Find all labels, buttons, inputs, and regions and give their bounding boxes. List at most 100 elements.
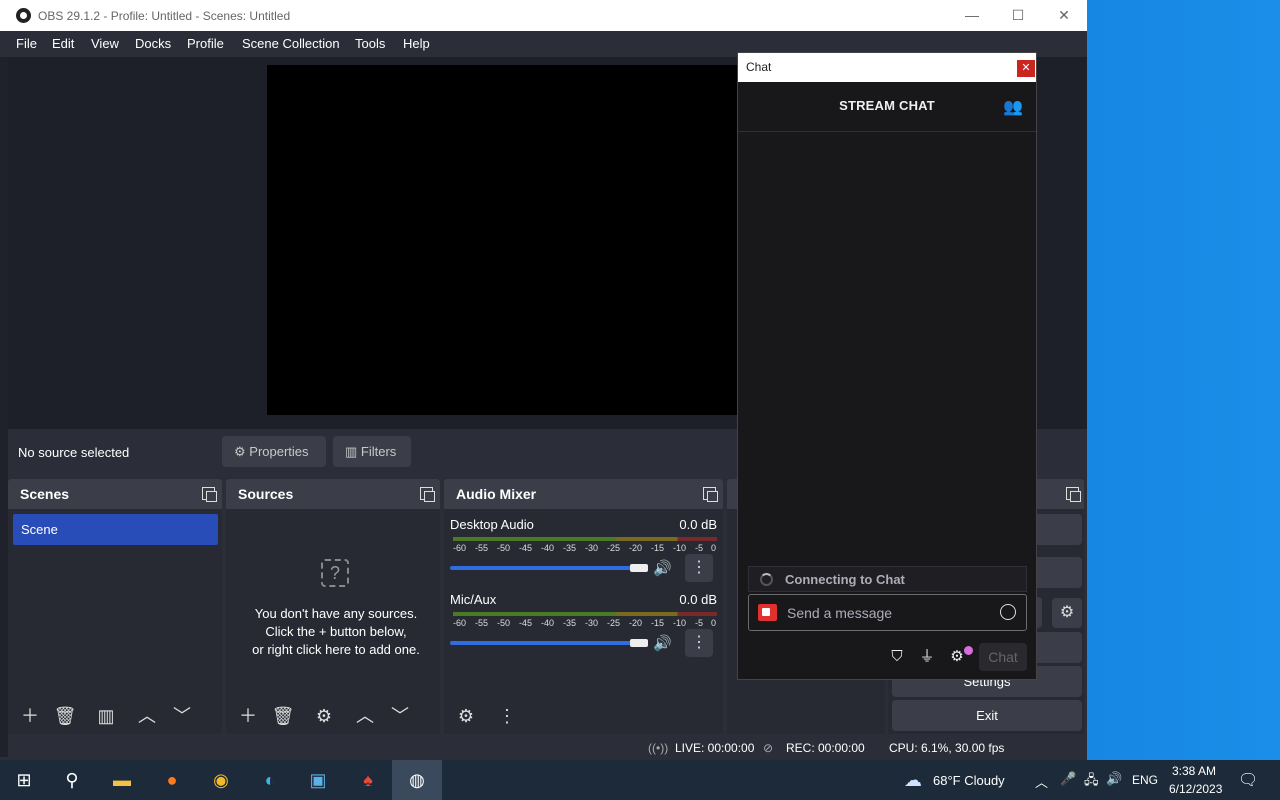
volume-icon[interactable]: 🔊 [1106,771,1122,787]
left-edge [0,57,8,757]
undock-icon[interactable] [1066,487,1081,502]
live-signal-icon: ((•)) [648,741,669,755]
firefox-icon[interactable]: ● [157,765,187,795]
obs-taskbar-icon[interactable]: ◍ [392,760,442,800]
meter-tick-label: -20 [629,543,643,553]
menu-profile[interactable]: Profile [187,36,224,51]
emote-smile-icon[interactable] [1000,604,1016,620]
sources-title: Sources [238,486,294,502]
speaker-icon[interactable]: 🔊 [653,559,672,577]
clock-date[interactable]: 6/12/2023 [1169,782,1222,796]
sources-empty-line1: You don't have any sources. [254,606,418,621]
channel-menu-kebab-icon[interactable]: ⋮ [685,629,713,657]
obs-logo-icon [16,8,31,23]
close-window-button[interactable]: ✕ [1041,0,1087,31]
meter-tick-label: -25 [607,543,621,553]
undock-icon[interactable] [420,487,435,502]
gear-icon: ⚙ [234,444,246,459]
shield-icon[interactable]: ⛉ [887,647,907,667]
notifications-icon[interactable]: 🗨 [1238,770,1258,790]
chat-message-input[interactable]: Send a message [748,594,1027,631]
chat-window: Chat ✕ STREAM CHAT 👥 Connecting to Chat … [737,52,1037,680]
menu-edit[interactable]: Edit [52,36,74,51]
source-down-chevron-icon[interactable]: ﹀ [388,704,412,728]
window-title: OBS 29.1.2 - Profile: Untitled - Scenes:… [38,9,291,23]
meter-tick-label: -50 [497,543,511,553]
meter-tick-label: -25 [607,618,621,628]
app-icon[interactable]: ♠ [353,765,383,795]
search-icon[interactable]: ⚲ [57,765,87,795]
microphone-icon[interactable]: 🎤 [1060,771,1076,787]
menu-docks[interactable]: Docks [135,36,171,51]
maximize-button[interactable]: ☐ [995,0,1041,31]
mixer-menu-kebab-icon[interactable]: ⋮ [495,704,519,728]
scene-filters-icon[interactable]: ▥ [94,704,118,728]
source-up-chevron-icon[interactable]: ︿ [353,704,377,728]
network-icon[interactable]: 🖧 [1084,771,1099,793]
properties-button[interactable]: ⚙ Properties [222,436,326,467]
remove-source-trash-icon[interactable]: 🗑 [271,704,295,728]
filters-button[interactable]: ▥ Filters [333,436,411,467]
sources-dock-header: Sources [226,479,440,509]
window-titlebar: OBS 29.1.2 - Profile: Untitled - Scenes:… [0,0,1087,31]
message-placeholder: Send a message [787,605,893,621]
mic-volume-thumb[interactable] [630,639,648,647]
scenes-dock-header: Scenes [8,479,222,509]
meter-tick-label: -45 [519,618,533,628]
channel-menu-kebab-icon[interactable]: ⋮ [685,554,713,582]
menu-view[interactable]: View [91,36,119,51]
mic-volume-slider[interactable] [450,641,640,645]
speaker-icon[interactable]: 🔊 [653,634,672,652]
menu-file[interactable]: File [16,36,37,51]
meter-tick-label: -45 [519,543,533,553]
advanced-audio-gear-icon[interactable]: ⚙ [454,704,478,728]
desktop-volume-thumb[interactable] [630,564,648,572]
windows-start-icon[interactable]: ⊞ [9,765,39,795]
spinner-icon [760,573,773,586]
chat-close-button[interactable]: ✕ [1017,60,1035,77]
users-icon[interactable]: 👥 [1003,97,1023,117]
chrome-icon[interactable]: ◉ [206,765,236,795]
meter-tick-label: -15 [651,618,665,628]
menu-tools[interactable]: Tools [355,36,385,51]
move-up-chevron-icon[interactable]: ︿ [135,704,159,728]
bits-icon[interactable]: ⏚ [917,647,937,667]
chat-send-button[interactable]: Chat [979,643,1027,671]
scene-list-item[interactable]: Scene [13,514,218,545]
undock-icon[interactable] [703,487,718,502]
undock-icon[interactable] [202,487,217,502]
tray-chevron-icon[interactable]: ︿ [1035,772,1048,791]
chat-titlebar: Chat ✕ [738,53,1036,82]
desktop-volume-slider[interactable] [450,566,640,570]
add-scene-plus-icon[interactable]: ＋ [18,704,42,728]
virtual-camera-gear-icon[interactable]: ⚙ [1052,598,1082,628]
edge-icon[interactable]: ◐ [255,765,285,795]
menu-help[interactable]: Help [403,36,430,51]
meter-tick-label: -5 [695,618,704,628]
menu-scene-collection[interactable]: Scene Collection [242,36,340,51]
channel-name: Desktop Audio [450,517,534,532]
meter-tick-label: -55 [475,543,489,553]
weather-text[interactable]: 68°F Cloudy [933,773,1005,788]
language-indicator[interactable]: ENG [1132,773,1158,787]
filters-label: Filters [360,444,397,459]
move-down-chevron-icon[interactable]: ﹀ [170,704,194,728]
sources-empty-line2: Click the + button below, [265,624,407,639]
store-icon[interactable]: ▣ [303,765,333,795]
meter-tick-label: -30 [585,618,599,628]
meter-tick-label: 0 [711,618,717,628]
preview-canvas[interactable] [267,65,737,415]
source-settings-gear-icon[interactable]: ⚙ [312,704,336,728]
live-timer: LIVE: 00:00:00 [675,741,755,755]
properties-label: Properties [249,444,309,459]
exit-button[interactable]: Exit [892,700,1082,731]
remove-scene-trash-icon[interactable]: 🗑 [53,704,77,728]
minimize-button[interactable]: — [949,0,995,31]
chat-window-title: Chat [746,60,772,74]
no-source-label: No source selected [18,445,130,460]
add-source-plus-icon[interactable]: ＋ [236,704,260,728]
filter-icon: ▥ [345,444,358,459]
scenes-title: Scenes [20,486,70,502]
file-explorer-icon[interactable]: ▬ [107,765,137,795]
clock-time[interactable]: 3:38 AM [1172,764,1216,778]
